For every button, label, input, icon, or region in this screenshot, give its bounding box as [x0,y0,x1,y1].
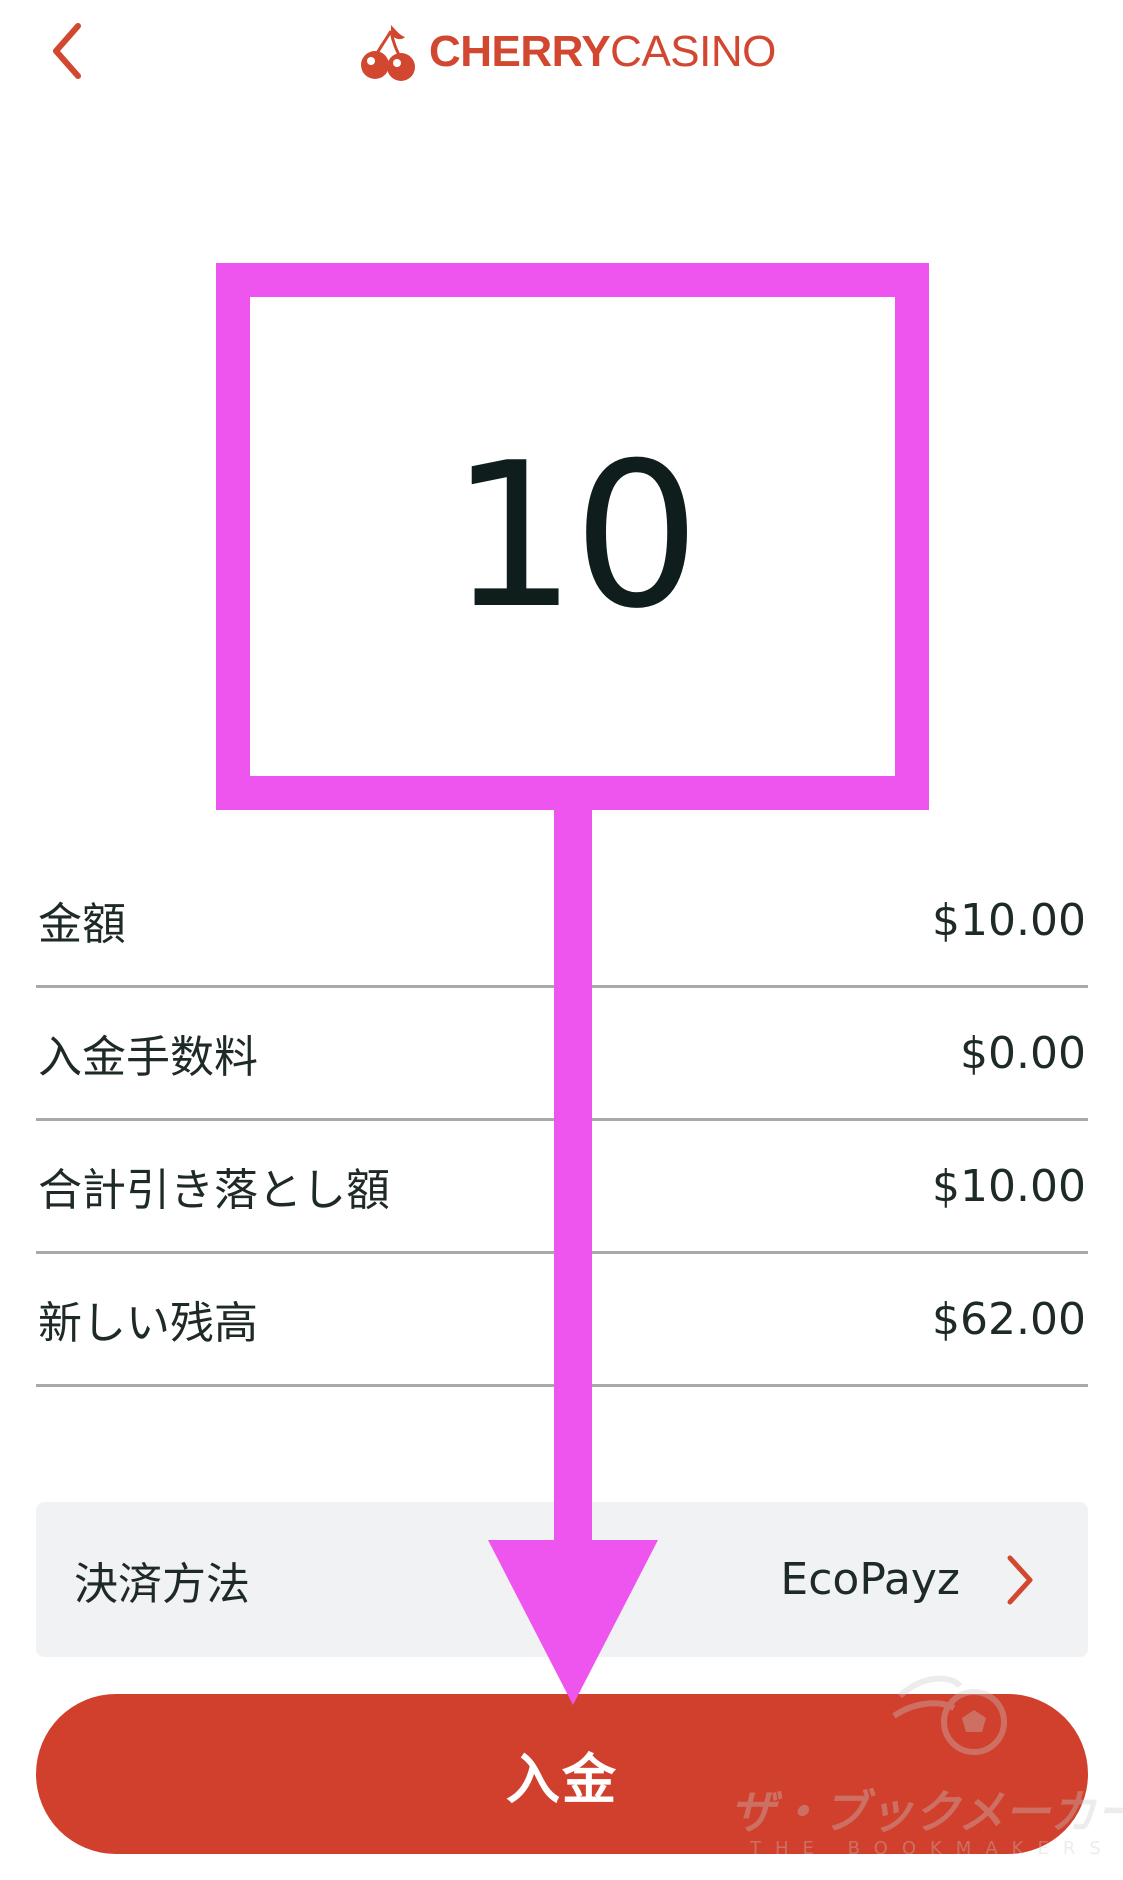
cherry-casino-logo: CHERRYCASINO [355,12,776,92]
row-value: $0.00 [960,1027,1086,1079]
annotation-highlight-box [216,263,929,810]
annotation-arrow-shaft [554,806,592,1546]
row-label: 金額 [38,899,126,950]
logo-brand-bold: CHERRY [429,27,611,76]
row-value: $62.00 [932,1293,1086,1345]
deposit-button-label: 入金 [506,1747,618,1811]
logo-text: CHERRYCASINO [429,30,776,74]
row-value: $10.00 [932,894,1086,946]
row-label: 入金手数料 [38,1032,258,1083]
cherry-icon [361,25,415,81]
row-label: 合計引き落とし額 [38,1165,390,1216]
back-button[interactable] [40,16,100,86]
chevron-left-icon [53,23,81,79]
watermark-title: ザ・ブックメーカーズ [730,1785,1123,1839]
row-value: $10.00 [932,1160,1086,1212]
payment-method-label: 決済方法 [74,1558,250,1610]
payment-method-value: EcoPayz [780,1554,960,1605]
logo-brand-light: CASINO [610,27,776,76]
watermark-subtitle: THE BOOKMAKERS [750,1838,1115,1859]
watermark: ザ・ブックメーカーズ THE BOOKMAKERS [730,1660,1123,1880]
soccer-ball-icon [892,1675,1007,1755]
chevron-right-icon [1007,1555,1033,1604]
row-label: 新しい残高 [38,1298,258,1349]
header: CHERRYCASINO [0,0,1123,110]
payment-method-right: EcoPayz [780,1550,1040,1610]
annotation-arrow-head [488,1540,658,1705]
